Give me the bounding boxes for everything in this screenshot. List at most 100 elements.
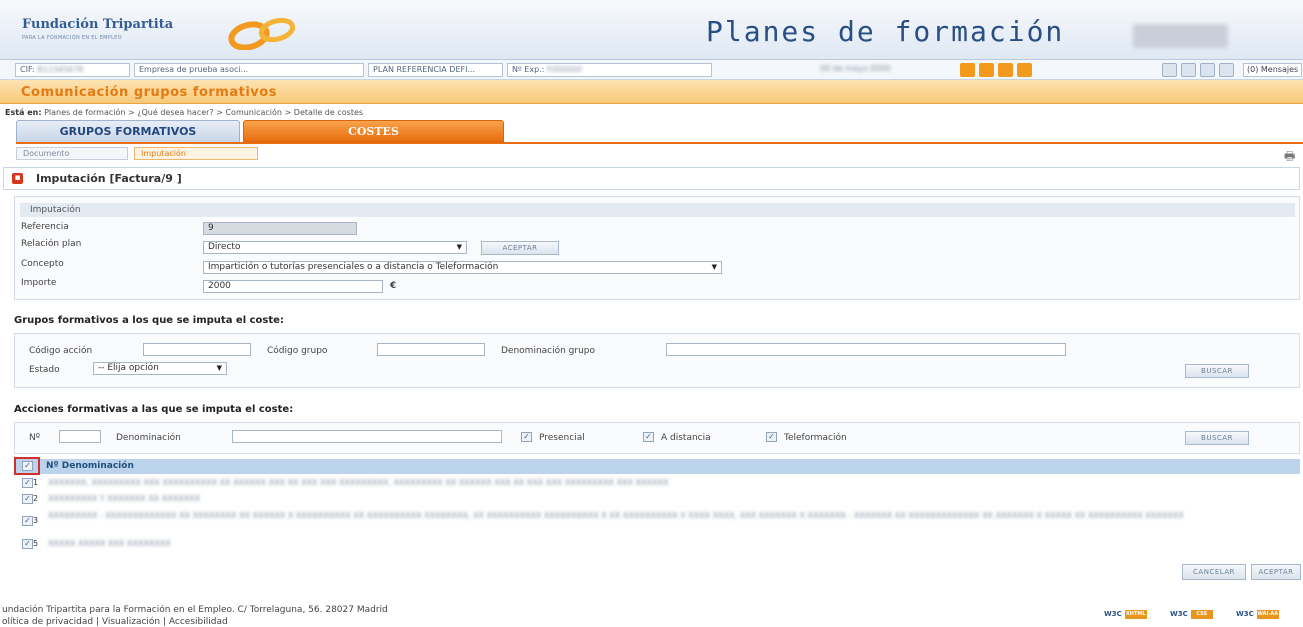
table-row: ✓ 5 XXXXX XXXXX XXX XXXXXXXX [14, 537, 1300, 552]
folder-icon[interactable] [998, 63, 1013, 77]
grupos-search-box: Código acción Código grupo Denominación … [14, 333, 1300, 388]
a-distancia-checkbox[interactable]: ✓ [643, 432, 654, 442]
teleformacion-checkbox[interactable]: ✓ [766, 432, 777, 442]
row-checkbox[interactable]: ✓ [22, 539, 33, 549]
relacion-plan-value: Directo [208, 242, 241, 252]
badge-label: WAI-AA WCAG 1.0 [1256, 609, 1279, 626]
breadcrumb-path[interactable]: Planes de formación > ¿Qué desea hacer? … [44, 108, 363, 117]
chevron-down-icon: ▼ [456, 243, 462, 251]
cancel-button[interactable]: CANCELAR [1182, 564, 1246, 580]
denominacion-label: Denominación [116, 433, 181, 443]
expediente-field: Nº Exp.: F000000 [507, 63, 712, 77]
num-label: Nº [29, 433, 40, 443]
grupos-buscar-button[interactable]: BUSCAR [1185, 364, 1249, 378]
help-icon[interactable] [979, 63, 994, 77]
relacion-plan-label: Relación plan [21, 239, 82, 249]
accept-button[interactable]: ACEPTAR [1251, 564, 1301, 580]
row-checkbox[interactable]: ✓ [22, 478, 33, 488]
codigo-grupo-label: Código grupo [267, 346, 328, 356]
chevron-down-icon: ▼ [711, 263, 717, 271]
printer-icon[interactable]: 🖶 [1284, 147, 1295, 168]
row-checkbox[interactable]: ✓ [22, 494, 33, 504]
grupos-search-title: Grupos formativos a los que se imputa el… [14, 315, 284, 326]
home-icon[interactable] [960, 63, 975, 77]
importe-label: Importe [21, 278, 57, 288]
subtab-documento[interactable]: Documento [16, 147, 128, 160]
edit-icon[interactable] [1219, 63, 1234, 77]
codigo-accion-input[interactable] [143, 343, 251, 356]
estado-select[interactable]: -- Elija opción ▼ [93, 362, 227, 375]
relacion-aceptar-button[interactable]: ACEPTAR [481, 241, 559, 255]
user-icon[interactable] [1200, 63, 1215, 77]
presencial-label: Presencial [539, 433, 585, 443]
messages-link[interactable]: (0) Mensajes [1243, 63, 1303, 77]
codigo-accion-label: Código acción [29, 346, 93, 356]
denominacion-grupo-input[interactable] [666, 343, 1066, 356]
table-row: ✓ 2 XXXXXXXXX Y XXXXXXX XX XXXXXXX [14, 492, 1300, 507]
empresa-field: Empresa de prueba asoci... [134, 63, 364, 77]
highlight-frame [14, 457, 40, 475]
acciones-buscar-button[interactable]: BUSCAR [1185, 431, 1249, 445]
referencia-field: 9 [203, 222, 357, 235]
w3c-css-badge[interactable]: W3C CSS [1170, 607, 1232, 621]
row-number: 1 [33, 478, 39, 487]
logo-mark-icon [228, 17, 296, 50]
tab-underline [16, 142, 1303, 144]
exit-icon[interactable] [1017, 63, 1032, 77]
referencia-label: Referencia [21, 222, 69, 232]
tab-grupos-formativos[interactable]: GRUPOS FORMATIVOS [16, 120, 240, 142]
estado-label: Estado [29, 365, 60, 375]
breadcrumb: Está en: Planes de formación > ¿Qué dese… [5, 108, 363, 117]
importe-input[interactable]: 2000 [203, 280, 383, 293]
date-text: 00 de mayo 0000 [820, 64, 891, 73]
denominacion-input[interactable] [232, 430, 502, 443]
tab-costes[interactable]: COSTES [243, 120, 504, 142]
teleformacion-label: Teleformación [784, 433, 847, 443]
row-number: 3 [33, 516, 39, 525]
row-checkbox[interactable]: ✓ [22, 516, 33, 526]
footer-address: undación Tripartita para la Formación en… [2, 605, 388, 615]
row-denominacion: XXXXXXXXX Y XXXXXXX XX XXXXXXX [48, 494, 201, 503]
badge-prefix: W3C [1104, 610, 1122, 618]
cif-label: CIF: [20, 65, 35, 74]
denominacion-grupo-label: Denominación grupo [501, 346, 596, 356]
footer-links[interactable]: olítica de privacidad | Visualización | … [2, 617, 228, 627]
badge-label: XHTML 1.0 [1124, 609, 1147, 626]
chevron-down-icon: ▼ [216, 364, 222, 372]
table-header: ✓ Nº Denominación [14, 459, 1300, 474]
relacion-plan-select[interactable]: Directo ▼ [203, 241, 467, 254]
presencial-checkbox[interactable]: ✓ [521, 432, 532, 442]
cif-field: CIF: B12345678 [15, 63, 130, 77]
codigo-grupo-input[interactable] [377, 343, 485, 356]
concepto-label: Concepto [21, 259, 64, 269]
acciones-search-title: Acciones formativas a las que se imputa … [14, 404, 294, 415]
expediente-label: Nº Exp.: [512, 65, 545, 74]
plan-field: PLAN REFERENCIA DEFI... [368, 63, 503, 77]
app-header: Fundación Tripartita PARA LA FORMACIÓN E… [0, 0, 1303, 60]
table-header-label: Nº Denominación [46, 461, 134, 471]
panel-header: ▪ Imputación [Factura/9 ] [3, 167, 1300, 190]
w3c-xhtml-badge[interactable]: W3C XHTML 1.0 [1104, 607, 1166, 626]
section-bar: Comunicación grupos formativos [0, 80, 1303, 104]
subtab-imputacion[interactable]: Imputación [134, 147, 258, 160]
badge-prefix: W3C [1170, 610, 1188, 618]
badge-label: CSS [1190, 609, 1213, 619]
imputacion-header: Imputación [20, 203, 1295, 217]
concepto-value: Impartición o tutorías presenciales o a … [208, 262, 499, 272]
breadcrumb-prefix: Está en: [5, 108, 42, 117]
acciones-search-box: Nº Denominación ✓ Presencial ✓ A distanc… [14, 422, 1300, 454]
num-input[interactable] [59, 430, 101, 443]
badge-prefix: W3C [1236, 610, 1254, 618]
table-row: ✓ 1 XXXXXXX, XXXXXXXXX XXX XXXXXXXXXX XX… [14, 476, 1300, 491]
mail-icon[interactable] [1181, 63, 1196, 77]
concepto-select[interactable]: Impartición o tutorías presenciales o a … [203, 261, 722, 274]
w3c-wai-badge[interactable]: W3CWAI-AA WCAG 1.0 [1236, 607, 1298, 626]
logo-name: Fundación Tripartita [22, 17, 174, 32]
row-number: 2 [33, 494, 39, 503]
expediente-value: F000000 [546, 65, 583, 74]
row-denominacion: XXXXX XXXXX XXX XXXXXXXX [48, 539, 171, 548]
collapse-icon[interactable]: ▪ [12, 173, 23, 184]
app-title-suffix [1133, 24, 1228, 48]
row-number: 5 [33, 539, 39, 548]
print-small-icon[interactable] [1162, 63, 1177, 77]
